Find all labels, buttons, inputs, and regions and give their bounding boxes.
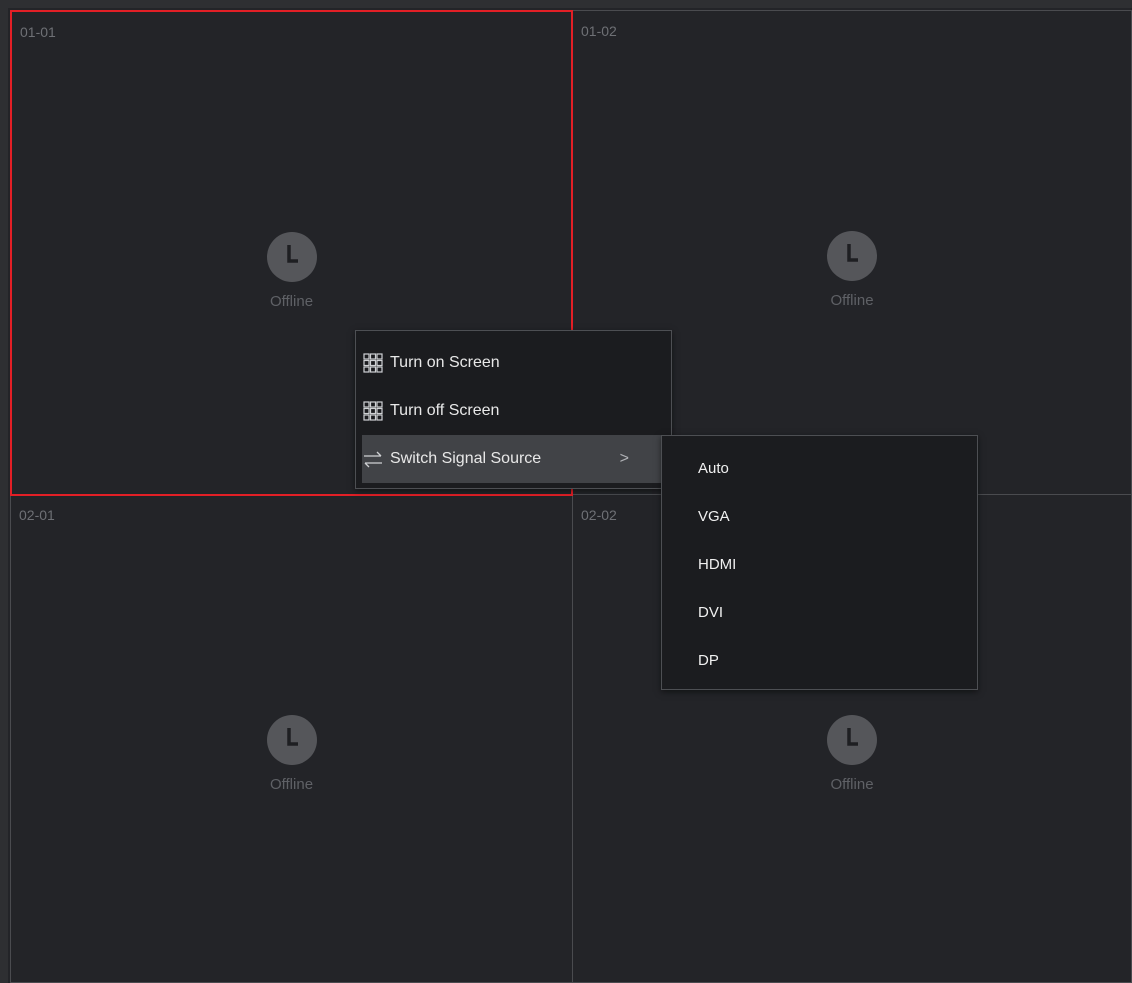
option-label: VGA xyxy=(698,507,730,525)
cell-status: Offline xyxy=(12,232,571,310)
cell-label: 02-02 xyxy=(581,507,617,523)
clock-icon xyxy=(266,715,317,765)
menu-item-turn-off-screen[interactable]: Turn off Screen xyxy=(362,387,665,435)
cell-label: 01-02 xyxy=(581,23,617,39)
signal-option-auto[interactable]: Auto xyxy=(698,444,729,492)
signal-option-dvi[interactable]: DVI xyxy=(698,588,723,636)
cell-status: Offline xyxy=(573,715,1131,793)
signal-source-submenu: Auto VGA HDMI DVI DP xyxy=(661,435,978,690)
status-text: Offline xyxy=(830,776,874,793)
grid-icon xyxy=(362,400,384,422)
context-menu: Turn on Screen Turn off Screen Switch Si… xyxy=(355,330,672,489)
clock-icon xyxy=(827,231,877,281)
option-label: HDMI xyxy=(698,555,737,573)
cell-status: Offline xyxy=(11,715,572,793)
menu-item-label: Turn off Screen xyxy=(390,402,500,419)
screen-cell-02-01[interactable]: 02-01 Offline xyxy=(10,494,573,983)
menu-item-label: Turn on Screen xyxy=(390,354,500,371)
switch-arrows-icon xyxy=(362,448,384,470)
chevron-right-icon: > xyxy=(619,450,629,467)
grid-icon xyxy=(362,352,384,374)
option-label: Auto xyxy=(698,459,729,477)
status-text: Offline xyxy=(269,776,314,793)
menu-item-label: Switch Signal Source xyxy=(390,450,542,467)
option-label: DVI xyxy=(698,603,724,621)
signal-option-hdmi[interactable]: HDMI xyxy=(698,540,736,588)
cell-label: 02-01 xyxy=(19,507,55,523)
menu-item-switch-signal-source[interactable]: Switch Signal Source > xyxy=(362,435,665,483)
cell-label: 01-01 xyxy=(20,24,56,40)
signal-option-vga[interactable]: VGA xyxy=(698,492,730,540)
cell-status: Offline xyxy=(573,231,1131,309)
status-text: Offline xyxy=(830,292,874,309)
clock-icon xyxy=(827,715,877,765)
signal-option-dp[interactable]: DP xyxy=(698,636,719,684)
clock-icon xyxy=(266,232,317,282)
status-text: Offline xyxy=(269,293,314,310)
option-label: DP xyxy=(698,651,719,669)
menu-item-turn-on-screen[interactable]: Turn on Screen xyxy=(362,339,665,387)
